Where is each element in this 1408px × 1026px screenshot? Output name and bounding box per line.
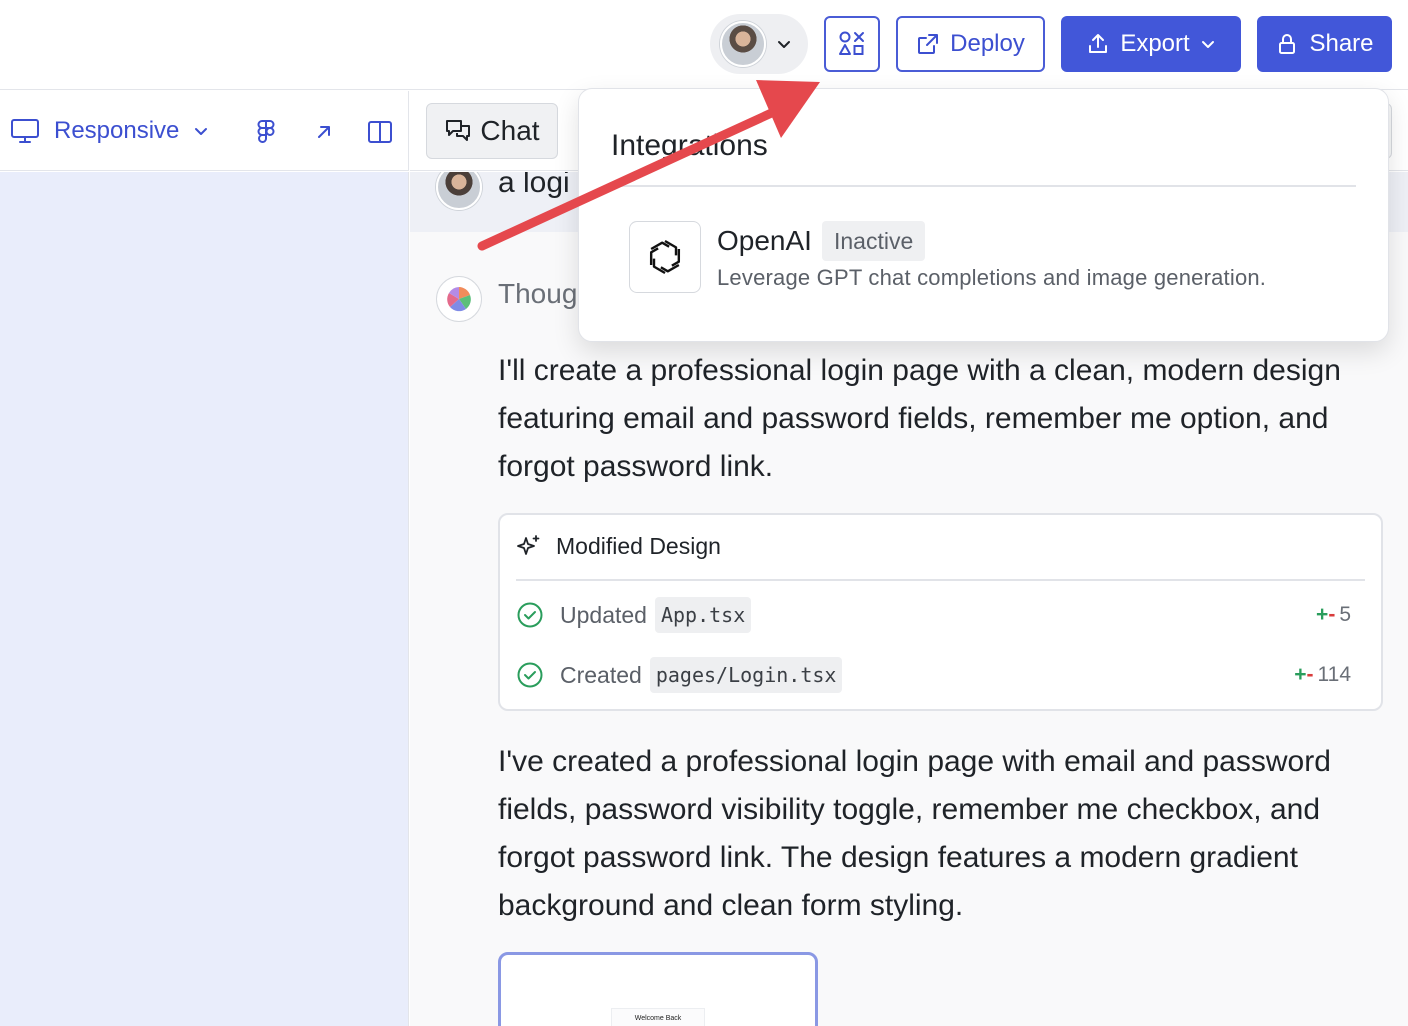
user-message-text: a logi xyxy=(498,172,570,199)
file-change-row[interactable]: Updated App.tsx +- 5 xyxy=(516,595,1351,635)
responsive-dropdown[interactable]: Responsive xyxy=(10,117,209,145)
integrations-icon xyxy=(839,31,864,55)
integrations-button[interactable] xyxy=(824,16,880,72)
file-path: App.tsx xyxy=(654,597,752,633)
openai-logo-icon xyxy=(629,221,701,293)
change-verb: Created xyxy=(560,661,642,688)
assistant-logo-icon xyxy=(447,287,471,312)
tab-chat[interactable]: Chat xyxy=(426,103,558,159)
export-label: Export xyxy=(1120,30,1190,57)
sparkle-icon xyxy=(517,534,540,555)
diff-minus: - xyxy=(1328,603,1336,626)
modified-design-header: Modified Design xyxy=(516,533,721,560)
deploy-button[interactable]: Deploy xyxy=(896,16,1045,72)
status-badge: Inactive xyxy=(822,221,926,261)
user-avatar xyxy=(720,21,766,67)
preview-title: Welcome Back xyxy=(634,1015,682,1022)
design-preview-thumbnail[interactable]: Welcome Back xyxy=(498,952,818,1026)
top-toolbar: Deploy Export Share xyxy=(0,0,1408,90)
diff-plus: + xyxy=(1294,663,1307,686)
export-button[interactable]: Export xyxy=(1061,16,1241,72)
open-in-new-icon[interactable] xyxy=(310,118,338,146)
file-change-row[interactable]: Created pages/Login.tsx +- 114 xyxy=(516,655,1351,695)
chevron-down-icon xyxy=(778,41,790,48)
diff-stat: +- 5 xyxy=(1316,603,1351,627)
deploy-label: Deploy xyxy=(950,30,1025,57)
account-menu-button[interactable] xyxy=(710,14,808,74)
responsive-label: Responsive xyxy=(54,117,180,144)
lock-icon xyxy=(1279,34,1296,54)
tab-chat-label: Chat xyxy=(480,115,540,146)
diff-stat: +- 114 xyxy=(1294,663,1351,687)
upload-icon xyxy=(1089,34,1108,53)
divider xyxy=(516,579,1365,581)
file-path: pages/Login.tsx xyxy=(649,657,843,693)
external-link-icon xyxy=(918,34,939,54)
divider xyxy=(611,185,1356,187)
monitor-icon xyxy=(11,119,39,143)
diff-count: 5 xyxy=(1339,603,1351,626)
check-circle-icon xyxy=(517,602,543,628)
chevron-down-icon xyxy=(195,128,208,135)
integrations-title: Integrations xyxy=(611,129,768,162)
design-canvas xyxy=(0,172,409,1026)
integrations-popover: Integrations OpenAI Inactive Leverage GP… xyxy=(578,88,1389,342)
modified-design-title: Modified Design xyxy=(556,533,721,559)
diff-plus: + xyxy=(1316,603,1329,626)
assistant-message: I've created a professional login page w… xyxy=(498,745,1331,922)
canvas-toolbar: Responsive xyxy=(0,91,409,171)
chevron-down-icon xyxy=(1201,41,1214,48)
chat-bubbles-icon xyxy=(446,120,471,141)
split-view-icon[interactable] xyxy=(366,118,394,146)
change-verb: Updated xyxy=(560,601,647,628)
assistant-avatar xyxy=(436,276,482,322)
integration-description: Leverage GPT chat completions and image … xyxy=(717,265,1267,290)
thought-label[interactable]: Thoug xyxy=(498,278,577,310)
share-label: Share xyxy=(1309,30,1374,57)
preview-login-card: Welcome Back xyxy=(611,1008,705,1026)
diff-minus: - xyxy=(1306,663,1314,686)
share-button[interactable]: Share xyxy=(1257,16,1392,72)
figma-icon[interactable] xyxy=(252,118,280,146)
assistant-message: I'll create a professional login page wi… xyxy=(498,354,1341,483)
integration-item-openai[interactable]: OpenAI Inactive Leverage GPT chat comple… xyxy=(629,221,1369,293)
diff-count: 114 xyxy=(1317,663,1351,686)
integration-name: OpenAI xyxy=(717,225,812,256)
user-avatar xyxy=(436,172,482,210)
check-circle-icon xyxy=(517,662,543,688)
modified-design-card: Modified Design Updated App.tsx +- 5 Crea… xyxy=(498,513,1383,711)
